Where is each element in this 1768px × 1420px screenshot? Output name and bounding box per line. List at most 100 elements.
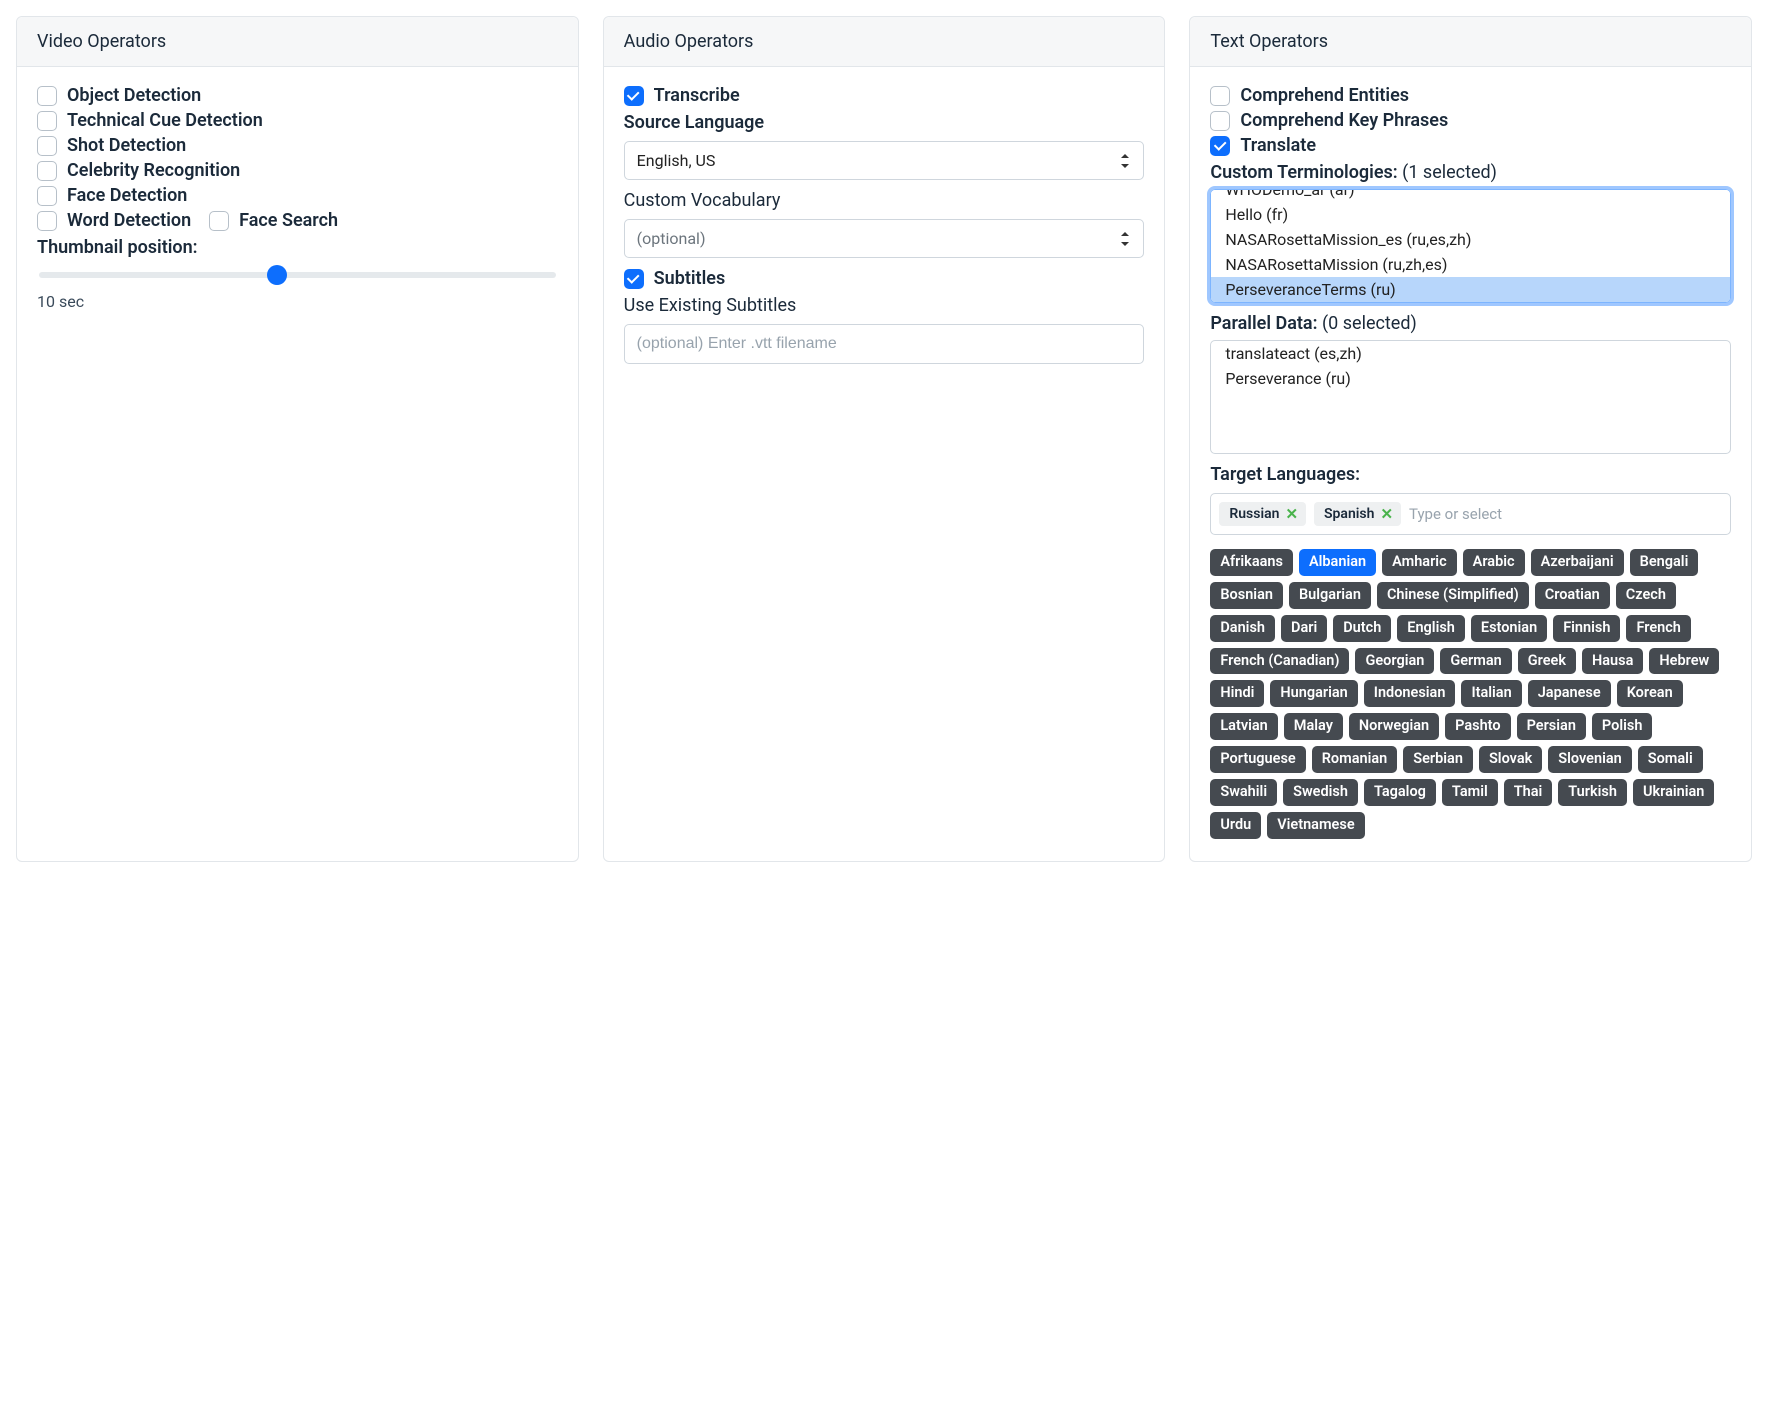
language-pill[interactable]: Hungarian: [1270, 680, 1357, 707]
word-detection-label: Word Detection: [67, 210, 191, 231]
custom-term-option[interactable]: WHODemo_ar (ar): [1211, 189, 1730, 202]
target-language-tag: Spanish✕: [1314, 502, 1401, 526]
audio-operators-panel: Audio Operators Transcribe Source Langua…: [603, 16, 1166, 862]
use-existing-subtitles-label: Use Existing Subtitles: [624, 295, 1145, 316]
chevron-updown-icon: [1121, 154, 1131, 168]
language-pill[interactable]: Bulgarian: [1289, 582, 1371, 609]
language-pill[interactable]: Bengali: [1630, 549, 1699, 576]
remove-tag-icon[interactable]: ✕: [1285, 507, 1298, 522]
translate-checkbox[interactable]: [1210, 136, 1230, 156]
language-pill[interactable]: Latvian: [1210, 713, 1277, 740]
language-pill[interactable]: Dari: [1281, 615, 1327, 642]
translate-label: Translate: [1240, 135, 1316, 156]
parallel-data-option[interactable]: Perseverance (ru): [1211, 366, 1730, 391]
language-pill[interactable]: Tagalog: [1364, 779, 1436, 806]
language-pill[interactable]: Serbian: [1403, 746, 1473, 773]
language-pill[interactable]: Portuguese: [1210, 746, 1305, 773]
language-pill[interactable]: Italian: [1461, 680, 1521, 707]
subtitles-checkbox[interactable]: [624, 269, 644, 289]
language-pill[interactable]: Albanian: [1299, 549, 1376, 576]
language-pill[interactable]: Chinese (Simplified): [1377, 582, 1529, 609]
language-pill[interactable]: German: [1440, 648, 1511, 675]
language-pill[interactable]: Japanese: [1528, 680, 1611, 707]
parallel-data-option[interactable]: translateact (es,zh): [1211, 341, 1730, 366]
subtitles-label: Subtitles: [654, 268, 726, 289]
language-pill[interactable]: Tamil: [1442, 779, 1498, 806]
transcribe-checkbox[interactable]: [624, 86, 644, 106]
celebrity-recognition-checkbox[interactable]: [37, 161, 57, 181]
language-pill[interactable]: Danish: [1210, 615, 1275, 642]
custom-term-option[interactable]: NASARosettaMission (ru,zh,es): [1211, 252, 1730, 277]
language-pill[interactable]: English: [1397, 615, 1465, 642]
object-detection-checkbox[interactable]: [37, 86, 57, 106]
language-pill[interactable]: Swedish: [1283, 779, 1358, 806]
language-pill[interactable]: Ukrainian: [1633, 779, 1714, 806]
face-search-label: Face Search: [239, 210, 338, 231]
chevron-updown-icon: [1121, 232, 1131, 246]
language-pill[interactable]: Hindi: [1210, 680, 1264, 707]
custom-terminologies-listbox[interactable]: WHODemo_ar (ar)Hello (fr)NASARosettaMiss…: [1210, 189, 1731, 303]
face-search-checkbox[interactable]: [209, 211, 229, 231]
language-pill[interactable]: Georgian: [1355, 648, 1434, 675]
source-language-select[interactable]: English, US: [624, 141, 1145, 180]
language-pill[interactable]: Hebrew: [1649, 648, 1719, 675]
custom-terminologies-label: Custom Terminologies: (1 selected): [1210, 162, 1731, 183]
language-pill[interactable]: Indonesian: [1364, 680, 1456, 707]
custom-term-option[interactable]: NASARosettaMission_es (ru,es,zh): [1211, 227, 1730, 252]
video-operators-header: Video Operators: [17, 17, 578, 67]
custom-term-option[interactable]: Hello (fr): [1211, 202, 1730, 227]
face-detection-label: Face Detection: [67, 185, 187, 206]
comprehend-entities-checkbox[interactable]: [1210, 86, 1230, 106]
language-pill[interactable]: Greek: [1518, 648, 1576, 675]
comprehend-key-phrases-label: Comprehend Key Phrases: [1240, 110, 1448, 131]
language-pill[interactable]: Polish: [1592, 713, 1653, 740]
language-pill[interactable]: French (Canadian): [1210, 648, 1349, 675]
language-pill[interactable]: Slovenian: [1548, 746, 1631, 773]
word-detection-checkbox[interactable]: [37, 211, 57, 231]
technical-cue-label: Technical Cue Detection: [67, 110, 263, 131]
language-pill[interactable]: Dutch: [1333, 615, 1391, 642]
target-language-tag: Russian✕: [1219, 502, 1306, 526]
language-pill[interactable]: Somali: [1638, 746, 1703, 773]
parallel-data-listbox[interactable]: translateact (es,zh)Perseverance (ru): [1210, 340, 1731, 454]
language-pill[interactable]: Bosnian: [1210, 582, 1283, 609]
language-pill[interactable]: Azerbaijani: [1531, 549, 1624, 576]
thumbnail-slider-value: 10 sec: [37, 292, 558, 311]
language-pill[interactable]: Malay: [1284, 713, 1343, 740]
language-pill[interactable]: Estonian: [1471, 615, 1547, 642]
language-pill[interactable]: Finnish: [1553, 615, 1620, 642]
language-pill[interactable]: Slovak: [1479, 746, 1542, 773]
language-pill[interactable]: Amharic: [1382, 549, 1457, 576]
subtitles-filename-input[interactable]: [624, 324, 1145, 364]
language-pill[interactable]: Norwegian: [1349, 713, 1439, 740]
celebrity-recognition-label: Celebrity Recognition: [67, 160, 240, 181]
remove-tag-icon[interactable]: ✕: [1380, 507, 1393, 522]
target-languages-input[interactable]: Russian✕Spanish✕ Type or select: [1210, 493, 1731, 535]
thumbnail-slider[interactable]: [39, 272, 556, 278]
language-pill[interactable]: Turkish: [1558, 779, 1627, 806]
language-pill[interactable]: Arabic: [1463, 549, 1525, 576]
language-pill[interactable]: Romanian: [1312, 746, 1398, 773]
language-pill[interactable]: Pashto: [1445, 713, 1510, 740]
language-pill[interactable]: Persian: [1517, 713, 1586, 740]
custom-term-option[interactable]: PerseveranceTerms (ru): [1211, 277, 1730, 302]
thumbnail-slider-handle[interactable]: [267, 265, 287, 285]
custom-vocab-label: Custom Vocabulary: [624, 190, 1145, 211]
language-pill[interactable]: Hausa: [1582, 648, 1643, 675]
language-pill[interactable]: Vietnamese: [1267, 812, 1364, 839]
language-pill[interactable]: Swahili: [1210, 779, 1277, 806]
language-pill[interactable]: Afrikaans: [1210, 549, 1293, 576]
language-pill[interactable]: Czech: [1616, 582, 1676, 609]
language-pill[interactable]: Korean: [1617, 680, 1683, 707]
shot-detection-checkbox[interactable]: [37, 136, 57, 156]
audio-operators-header: Audio Operators: [604, 17, 1165, 67]
custom-vocab-select[interactable]: (optional): [624, 219, 1145, 258]
language-pill[interactable]: Thai: [1504, 779, 1553, 806]
face-detection-checkbox[interactable]: [37, 186, 57, 206]
technical-cue-checkbox[interactable]: [37, 111, 57, 131]
language-pill[interactable]: Urdu: [1210, 812, 1261, 839]
comprehend-key-phrases-checkbox[interactable]: [1210, 111, 1230, 131]
language-pill[interactable]: French: [1626, 615, 1690, 642]
language-pill[interactable]: Croatian: [1535, 582, 1610, 609]
comprehend-entities-label: Comprehend Entities: [1240, 85, 1409, 106]
